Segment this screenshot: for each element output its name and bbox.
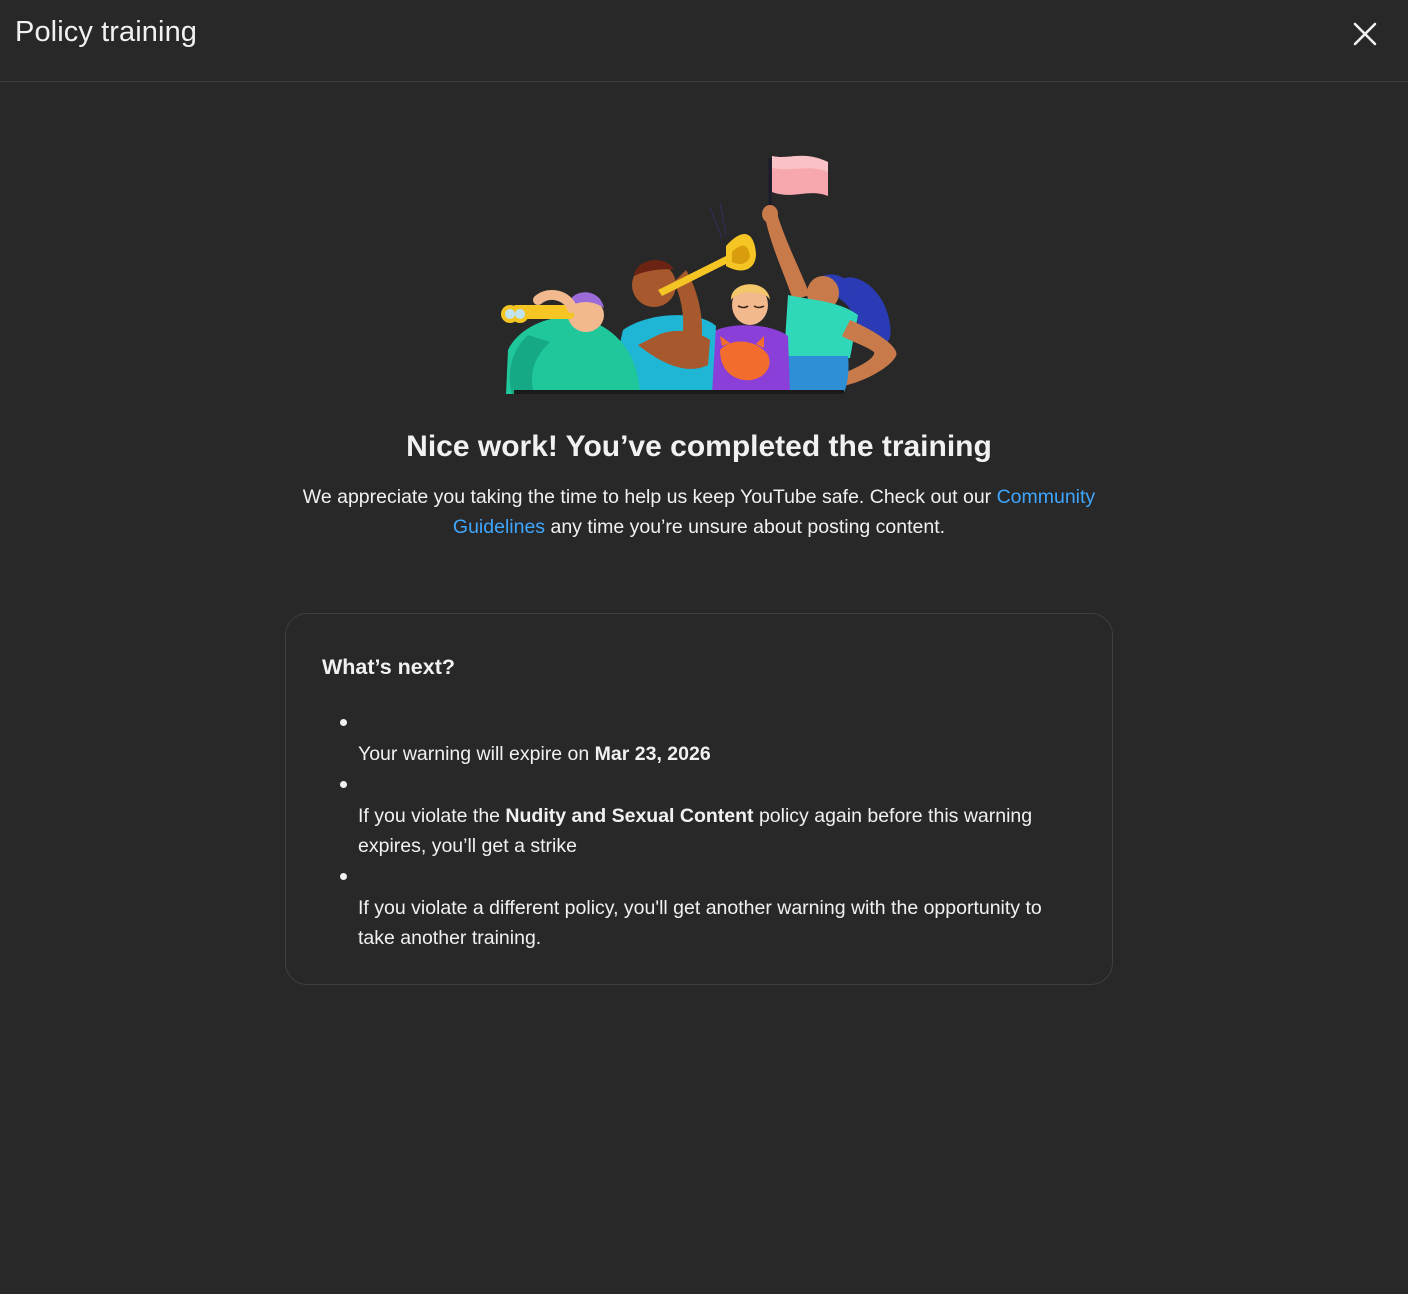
list-item: If you violate the Nudity and Sexual Con…: [322, 770, 1082, 862]
list-item-text: If you violate a different policy, you'l…: [358, 896, 1042, 950]
list-item-text: If you violate the Nudity and Sexual Con…: [358, 804, 1033, 858]
celebration-illustration: [501, 155, 897, 394]
completion-heading: Nice work! You’ve completed the training: [406, 430, 992, 463]
whats-next-card: What’s next? Your warning will expire on…: [285, 613, 1113, 985]
completion-description: We appreciate you taking the time to hel…: [299, 482, 1099, 542]
expiry-date: Mar 23, 2026: [594, 743, 711, 765]
list-item: Your warning will expire on Mar 23, 2026: [322, 708, 1082, 770]
list-item: If you violate a different policy, you'l…: [322, 862, 1082, 954]
whats-next-heading: What’s next?: [322, 655, 455, 679]
close-icon: [1353, 22, 1377, 46]
bullet: [322, 862, 1082, 893]
close-button[interactable]: [1345, 14, 1385, 54]
list-item-text: Your warning will expire on Mar 23, 2026: [358, 743, 711, 765]
whats-next-list: Your warning will expire on Mar 23, 2026…: [322, 708, 1082, 954]
bullet: [322, 770, 1082, 801]
dialog-header: Policy training: [0, 0, 1408, 82]
dialog-title: Policy training: [15, 16, 198, 48]
policy-name: Nudity and Sexual Content: [505, 804, 754, 827]
bullet: [322, 708, 1082, 739]
description-text-before: We appreciate you taking the time to hel…: [302, 486, 997, 508]
description-text-after: any time you’re unsure about posting con…: [545, 516, 946, 538]
